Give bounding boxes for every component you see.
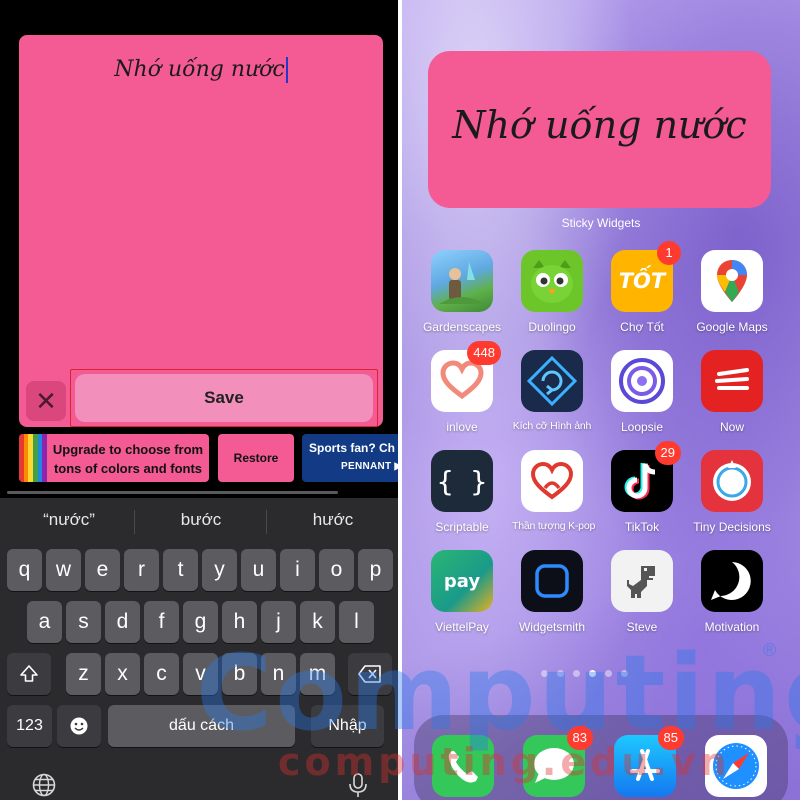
motivation-quote-icon (701, 550, 763, 612)
key-q[interactable]: q (7, 549, 42, 591)
suggestion-divider (134, 510, 135, 534)
widget-label: Sticky Widgets (561, 216, 641, 230)
app-duolingo[interactable]: Duolingo (512, 250, 592, 334)
key-t[interactable]: t (163, 549, 198, 591)
app-now[interactable]: Now (692, 350, 772, 434)
app-label: Chợ Tốt (620, 320, 664, 334)
google-maps-icon (701, 250, 763, 312)
save-button-label: Save (75, 374, 373, 422)
app-google-maps[interactable]: Google Maps (692, 250, 772, 334)
app-than-tuong-kpop[interactable]: Thần tượng K-pop (512, 450, 596, 532)
close-icon: ✕ (35, 386, 57, 416)
upgrade-line-1: Upgrade to choose from (52, 442, 204, 457)
app-label: Gardenscapes (422, 320, 502, 334)
sports-ad-text: Sports fan? Ch (309, 441, 395, 455)
app-label: TikTok (624, 520, 660, 534)
key-x[interactable]: x (105, 653, 140, 695)
image-resize-icon (521, 350, 583, 412)
note-text: Nhớ uống nước (114, 57, 285, 82)
gardenscapes-icon (431, 250, 493, 312)
app-widgetsmith[interactable]: Widgetsmith (512, 550, 592, 634)
shift-icon (20, 665, 38, 682)
app-viettelpay[interactable]: pay ViettelPay (422, 550, 502, 634)
upgrade-line-2: tons of colors and fonts (53, 461, 203, 476)
key-u[interactable]: u (241, 549, 276, 591)
globe-button[interactable] (31, 772, 57, 800)
numbers-key[interactable]: 123 (7, 705, 52, 747)
app-label: Loopsie (620, 420, 664, 434)
emoji-key[interactable] (57, 705, 101, 747)
sports-ad-banner[interactable]: Sports fan? Ch PENNANT ▶ (302, 434, 398, 482)
loopsie-icon (611, 350, 673, 412)
key-r[interactable]: r (124, 549, 159, 591)
pennant-logo: PENNANT ▶ (341, 461, 398, 472)
app-steve[interactable]: Steve (602, 550, 682, 634)
app-gardenscapes[interactable]: Gardenscapes (422, 250, 502, 334)
app-kich-co-hinh-anh[interactable]: Kích cỡ Hình ảnh (512, 350, 592, 432)
shift-key[interactable] (7, 653, 51, 695)
notification-badge: 85 (657, 726, 684, 750)
app-label: Scriptable (435, 520, 489, 534)
dino-icon (611, 550, 673, 612)
app-cho-tot[interactable]: TỐT 1 Chợ Tốt (602, 241, 682, 334)
watermark-registered-mark: ® (763, 640, 777, 660)
suggestion-divider (266, 510, 267, 534)
upgrade-text: Upgrade to choose from tons of colors an… (49, 440, 207, 478)
scroll-indicator[interactable] (7, 491, 338, 494)
key-z[interactable]: z (66, 653, 101, 695)
key-s[interactable]: s (66, 601, 101, 643)
key-f[interactable]: f (144, 601, 179, 643)
save-button[interactable]: Save (70, 369, 378, 427)
key-y[interactable]: y (202, 549, 237, 591)
key-c[interactable]: c (144, 653, 179, 695)
app-label: Google Maps (696, 320, 768, 334)
banner-row: Upgrade to choose from tons of colors an… (19, 434, 398, 482)
key-p[interactable]: p (358, 549, 393, 591)
rainbow-stripes-icon (19, 434, 48, 482)
suggestion-1[interactable]: “nước” (4, 510, 134, 530)
key-a[interactable]: a (27, 601, 62, 643)
widgetsmith-icon (521, 550, 583, 612)
app-inlove[interactable]: 448 inlove (422, 341, 502, 434)
app-label: inlove (446, 420, 478, 434)
tiny-decisions-icon (701, 450, 763, 512)
notification-badge: 29 (654, 441, 681, 465)
text-caret (285, 57, 288, 83)
app-label: Kích cỡ Hình ảnh (512, 420, 592, 432)
suggestion-3[interactable]: hước (268, 510, 398, 530)
app-label: Thần tượng K-pop (512, 520, 596, 532)
app-label: Now (719, 420, 744, 434)
app-label: Duolingo (528, 320, 576, 334)
viettelpay-icon: pay (431, 550, 493, 612)
close-button[interactable]: ✕ (26, 381, 66, 421)
notification-badge: 83 (566, 726, 593, 750)
app-label: Tiny Decisions (693, 520, 771, 534)
restore-button[interactable]: Restore (218, 434, 294, 482)
key-i[interactable]: i (280, 549, 315, 591)
key-o[interactable]: o (319, 549, 354, 591)
globe-icon (32, 773, 56, 797)
watermark-logo: Computing (196, 632, 800, 754)
upgrade-button[interactable]: Upgrade to choose from tons of colors an… (19, 434, 209, 482)
key-w[interactable]: w (46, 549, 81, 591)
now-delivery-icon (701, 350, 763, 412)
kpop-heart-icon (521, 450, 583, 512)
app-scriptable[interactable]: { } Scriptable (422, 450, 502, 534)
duolingo-owl-icon (521, 250, 583, 312)
notification-badge: 1 (657, 241, 681, 265)
app-loopsie[interactable]: Loopsie (602, 350, 682, 434)
emoji-icon (70, 717, 88, 735)
scriptable-icon: { } (431, 450, 493, 512)
suggestion-2[interactable]: bước (136, 510, 266, 530)
app-tiny-decisions[interactable]: Tiny Decisions (692, 450, 772, 534)
notification-badge: 448 (467, 341, 501, 365)
sticky-widget[interactable]: Nhớ uống nước (428, 51, 771, 208)
app-motivation[interactable]: Motivation (692, 550, 772, 634)
widget-note-text: Nhớ uống nước (452, 103, 747, 147)
key-e[interactable]: e (85, 549, 120, 591)
key-d[interactable]: d (105, 601, 140, 643)
note-text-field[interactable]: Nhớ uống nước (19, 57, 383, 83)
app-tiktok[interactable]: 29 TikTok (602, 441, 682, 534)
